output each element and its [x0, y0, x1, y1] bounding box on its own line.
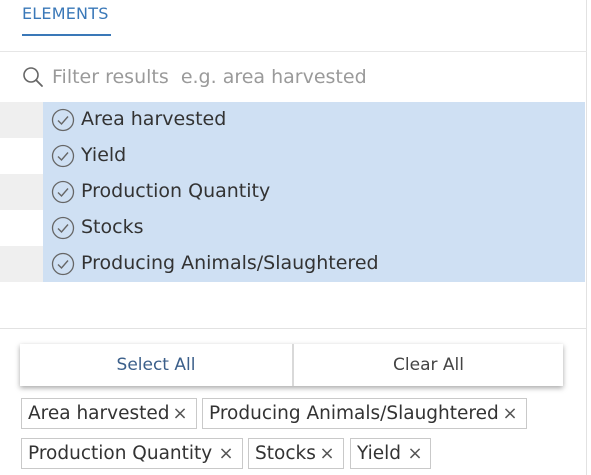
chip-label: Area harvested [28, 403, 170, 424]
search-input[interactable] [52, 62, 572, 92]
list-item-label: Yield [81, 144, 127, 166]
bulk-actions: Select All Clear All [20, 344, 563, 386]
chip-label: Yield [357, 443, 402, 464]
active-tab-indicator [22, 34, 111, 36]
elements-panel: ELEMENTS Area harvested [0, 0, 587, 475]
row-stripe [0, 210, 43, 246]
remove-icon[interactable]: × [319, 443, 335, 465]
search-bar [0, 52, 587, 102]
chip-production-quantity: Production Quantity × [21, 438, 243, 469]
check-circle-icon [51, 252, 75, 276]
chip-yield: Yield × [350, 438, 431, 469]
select-all-button[interactable]: Select All [20, 344, 292, 386]
list-item[interactable]: Stocks [0, 210, 587, 246]
row-stripe [0, 174, 43, 210]
list-item-label: Area harvested [81, 108, 227, 130]
chip-label: Stocks [255, 443, 316, 464]
chip-label: Production Quantity [28, 443, 213, 464]
check-circle-icon [51, 144, 75, 168]
list-item-selected[interactable]: Stocks [43, 210, 585, 246]
clear-all-button[interactable]: Clear All [294, 344, 563, 386]
remove-icon[interactable]: × [172, 403, 188, 425]
check-circle-icon [51, 216, 75, 240]
check-circle-icon [51, 180, 75, 204]
list-item-selected[interactable]: Area harvested [43, 102, 585, 138]
list-item-label: Production Quantity [81, 180, 271, 202]
row-stripe [0, 246, 43, 282]
list-item-selected[interactable]: Production Quantity [43, 174, 585, 210]
chip-label: Producing Animals/Slaughtered [209, 403, 499, 424]
chip-producing-animals: Producing Animals/Slaughtered × [202, 398, 527, 429]
remove-icon[interactable]: × [218, 443, 234, 465]
list-item-selected[interactable]: Yield [43, 138, 585, 174]
check-circle-icon [51, 108, 75, 132]
tab-elements[interactable]: ELEMENTS [22, 4, 109, 23]
list-item[interactable]: Yield [0, 138, 587, 174]
chip-area-harvested: Area harvested × [21, 398, 197, 429]
row-stripe [0, 138, 43, 174]
search-icon [23, 67, 43, 87]
list-item[interactable]: Production Quantity [0, 174, 587, 210]
list-item[interactable]: Area harvested [0, 102, 587, 138]
remove-icon[interactable]: × [407, 443, 423, 465]
list-item-label: Producing Animals/Slaughtered [81, 252, 379, 274]
elements-list: Area harvested Yield Production Quantity [0, 102, 587, 282]
remove-icon[interactable]: × [502, 403, 518, 425]
tab-bar: ELEMENTS [0, 0, 587, 52]
row-stripe [0, 102, 43, 138]
list-item-label: Stocks [81, 216, 144, 238]
list-item[interactable]: Producing Animals/Slaughtered [0, 246, 587, 282]
list-item-selected[interactable]: Producing Animals/Slaughtered [43, 246, 585, 282]
section-divider [0, 328, 587, 329]
chip-stocks: Stocks × [248, 438, 344, 469]
